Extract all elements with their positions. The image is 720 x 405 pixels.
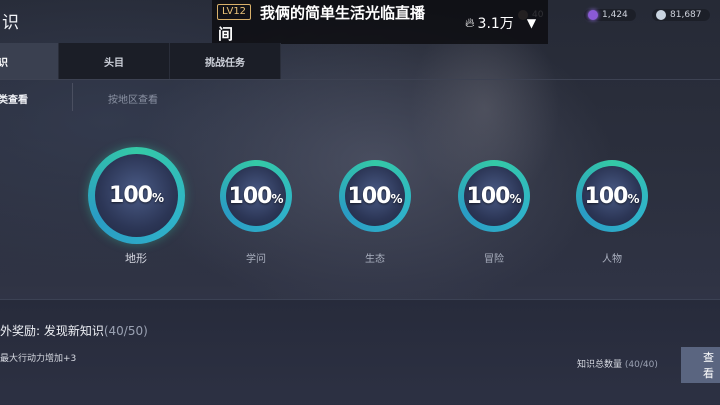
adventure-label: 冒险 [484,254,504,265]
knowledge-percent: 100% [228,183,284,209]
reward-description: 最大行动力增加+3 [0,354,77,364]
filter-by-region[interactable]: 按地区查看 [108,91,158,106]
tab-challenge[interactable]: 挑战任务 [170,43,281,79]
dropdown-triangle-icon[interactable]: ▼ [527,16,536,30]
tab-bar: 知识 头目 挑战任务 [0,43,281,79]
gem-value: 1,424 [602,10,628,20]
reward-title: 额外奖励: 发现新知识(40/50) [0,324,148,338]
category-adventure[interactable]: 100% 冒险 [458,160,530,265]
knowledge-label: 学问 [246,254,266,265]
live-title: 我俩的简单生活光临直播 [260,4,426,22]
gem-icon [588,10,598,20]
ecology-percent: 100% [347,183,403,209]
flame-icon: 🔥︎ [465,15,475,31]
live-stream-overlay[interactable]: LV12 我俩的简单生活光临直播 间 🔥︎ 3.1万 ▼ [212,0,548,44]
reward-count: (40/50) [103,324,148,338]
category-terrain[interactable]: 100% 地形 [88,147,185,265]
coin-icon [656,10,666,20]
category-ecology[interactable]: 100% 生态 [339,160,411,265]
filter-separator [72,83,73,111]
page-title: 知识 [0,13,20,33]
tab-divider [0,79,720,80]
ecology-label: 生态 [365,254,385,265]
filter-by-category[interactable]: 分类查看 [0,91,28,106]
adventure-percent: 100% [466,183,522,209]
characters-label: 人物 [602,254,622,265]
characters-percent: 100% [584,183,640,209]
view-button[interactable]: 查看 [681,347,720,383]
total-count: (40/40) [624,360,658,370]
level-badge: LV12 [217,4,252,20]
live-heat[interactable]: 🔥︎ 3.1万 ▼ [465,13,536,33]
category-knowledge[interactable]: 100% 学问 [220,160,292,265]
heat-value: 3.1万 [477,16,514,32]
terrain-percent: 100% [109,183,164,208]
terrain-label: 地形 [125,252,147,265]
tab-boss[interactable]: 头目 [59,43,170,79]
coin-value: 81,687 [670,10,702,20]
tab-knowledge[interactable]: 知识 [0,43,59,79]
reward-panel [0,299,720,405]
category-characters[interactable]: 100% 人物 [576,160,648,265]
live-title-continued: 间 [218,25,234,43]
resource-coins: 81,687 [652,6,710,24]
resource-gems: 1,424 [584,6,636,24]
knowledge-total: 知识总数量 (40/40) [577,360,658,370]
